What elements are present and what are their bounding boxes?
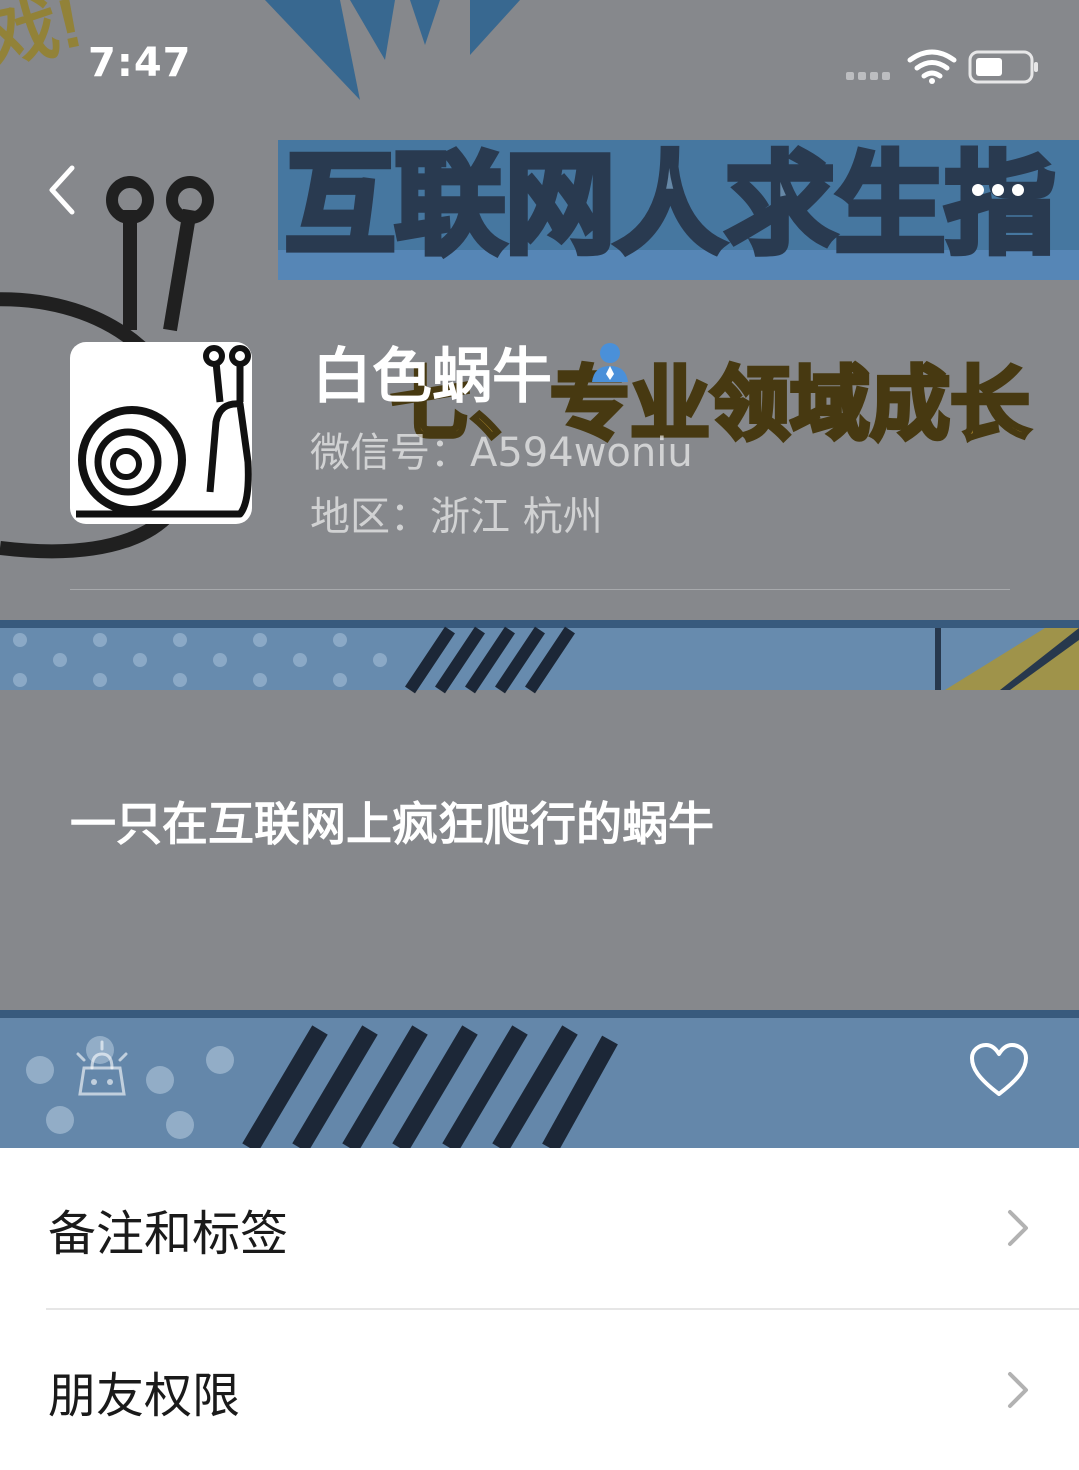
heart-icon[interactable] xyxy=(968,1042,1030,1098)
menu-label: 朋友权限 xyxy=(48,1368,241,1424)
signal-icon xyxy=(846,72,890,80)
chevron-left-icon[interactable] xyxy=(40,158,90,222)
signature: 一只在互联网上疯狂爬行的蜗牛 xyxy=(70,797,714,851)
battery-icon xyxy=(968,50,1038,84)
chevron-right-icon xyxy=(1008,1372,1028,1408)
snail-avatar-icon xyxy=(76,345,252,518)
avatar[interactable] xyxy=(70,342,252,524)
wechat-id: 微信号：A594woniu xyxy=(310,430,693,476)
profile-name: 白色蜗牛 xyxy=(312,342,552,412)
wifi-icon xyxy=(907,49,957,84)
user-badge-icon xyxy=(592,343,628,382)
status-time: 7:47 xyxy=(88,40,192,86)
divider xyxy=(70,589,1010,590)
menu-label: 备注和标签 xyxy=(48,1206,289,1262)
profile-cover: 戏! 互联网人求生指 七、专业领域成长 7:47 白色蜗牛 微信号：A594wo… xyxy=(0,0,1079,1148)
more-dots-icon[interactable] xyxy=(960,168,1040,212)
status-icons xyxy=(846,49,1038,84)
region: 地区：浙江 杭州 xyxy=(310,494,603,540)
menu-row-friend-permissions[interactable]: 朋友权限 xyxy=(0,1310,1079,1470)
chevron-right-icon xyxy=(1008,1210,1028,1246)
menu-row-remarks-tags[interactable]: 备注和标签 xyxy=(0,1148,1079,1308)
shop-bag-icon[interactable] xyxy=(72,1040,132,1100)
cover-image: 戏! 互联网人求生指 七、专业领域成长 xyxy=(0,0,1079,1148)
